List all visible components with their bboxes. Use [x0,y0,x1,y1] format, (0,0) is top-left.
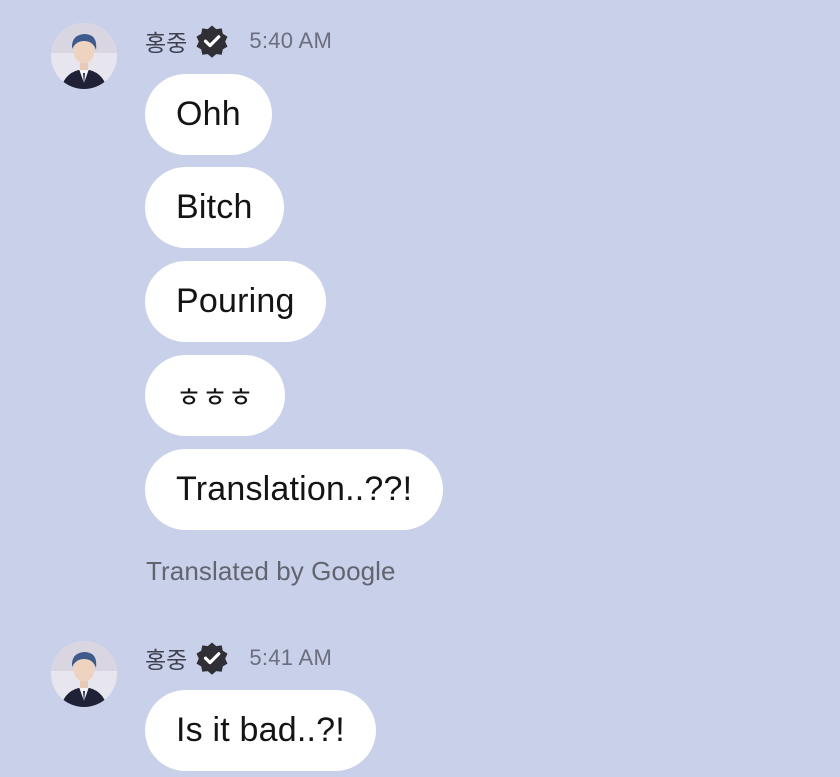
message-bubble[interactable]: Bitch [145,167,284,248]
message-timestamp: 5:40 AM [249,28,333,53]
message-bubble[interactable]: ㅎㅎㅎ [145,355,285,436]
sender-avatar[interactable] [51,23,117,89]
verified-badge-icon [195,24,229,58]
message-timestamp: 5:41 AM [249,645,333,670]
sender-avatar[interactable] [51,641,117,707]
translation-note: Translated by Google [146,556,396,586]
sender-name[interactable]: 홍중 [145,24,187,58]
verified-badge-icon [195,641,229,675]
message-bubble[interactable]: Is it bad..?! [145,690,376,771]
message-bubble[interactable]: Pouring [145,261,326,342]
sender-name[interactable]: 홍중 [145,641,187,675]
message-bubble[interactable]: Ohh [145,74,272,155]
message-header: 홍중 5:41 AM [145,641,332,675]
message-header: 홍중 5:40 AM [145,24,332,58]
message-bubble[interactable]: Translation..??! [145,449,444,530]
